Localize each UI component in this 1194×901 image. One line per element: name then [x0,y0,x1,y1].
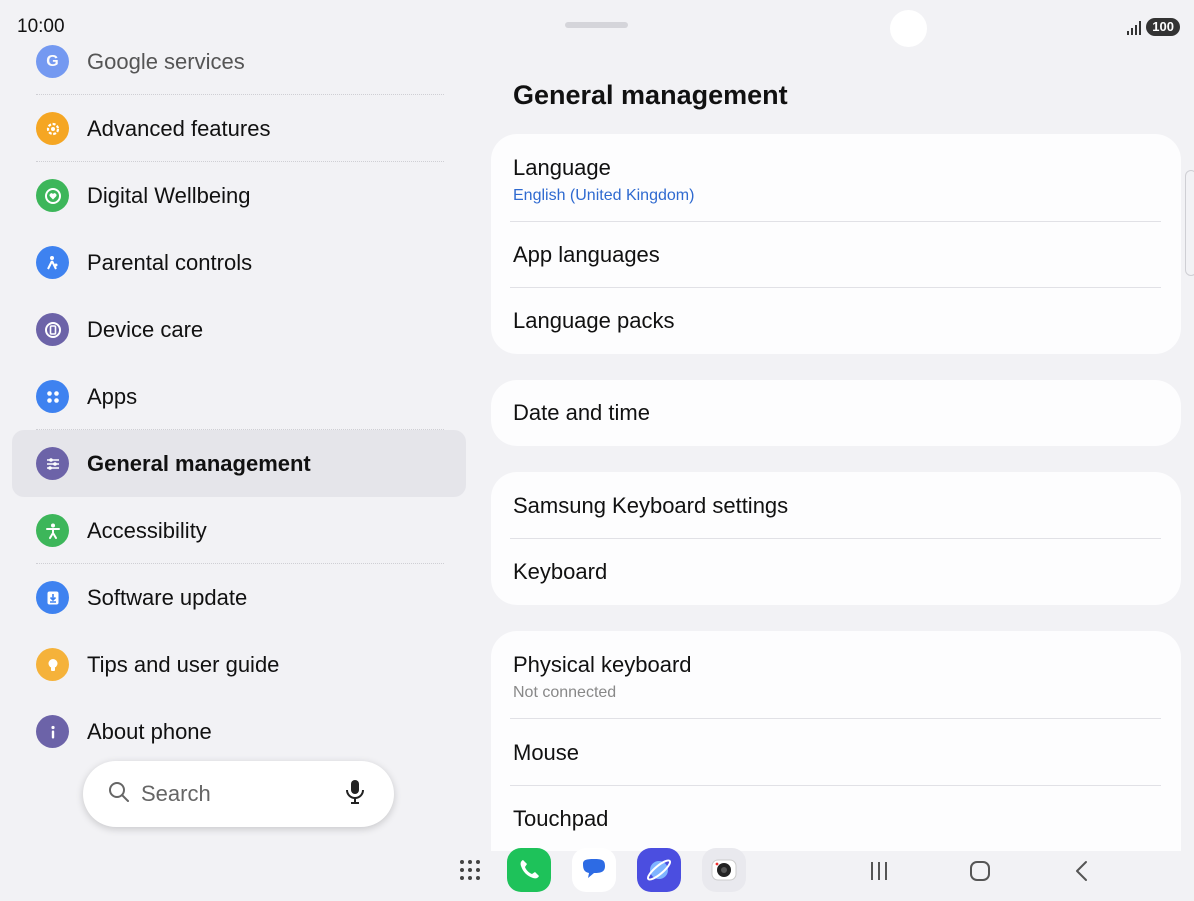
sidebar-item-label: Software update [87,584,248,610]
search-bar[interactable]: Search [83,761,394,827]
taskbar [455,848,746,892]
row-title: Touchpad [513,805,609,831]
date-time-group: Date and time [491,380,1181,446]
home-icon[interactable] [967,858,993,884]
phone-icon[interactable] [507,848,551,892]
battery-icon: 100 [1146,18,1180,36]
sidebar-item-label: Advanced features [87,115,271,141]
front-camera-cutout [890,10,927,47]
row-title: App languages [513,242,660,267]
lightbulb-icon [36,648,69,681]
sidebar-item-accessibility[interactable]: Accessibility [12,497,466,564]
google-icon: G [36,45,69,78]
recents-icon[interactable] [866,858,892,884]
sidebar-item-general-management[interactable]: General management [12,430,466,497]
sidebar-item-advanced-features[interactable]: Advanced features [12,95,466,162]
sidebar-item-label: About phone [87,718,212,744]
messages-icon[interactable] [572,848,616,892]
sidebar-item-device-care[interactable]: Device care [12,296,466,363]
app-drawer-icon[interactable] [455,855,485,885]
sidebar-item-about-phone[interactable]: About phone [12,698,466,765]
info-icon [36,715,69,748]
row-touchpad[interactable]: Touchpad [491,786,1181,851]
row-title: Mouse [513,739,580,765]
row-title: Samsung Keyboard settings [513,492,789,518]
camera-icon[interactable] [702,848,746,892]
signal-icon [1127,20,1142,35]
row-subtitle: English (United Kingdom) [513,187,695,204]
sidebar-item-apps[interactable]: Apps [12,363,466,430]
sidebar-item-parental-controls[interactable]: Parental controls [12,229,466,296]
download-icon [36,581,69,614]
sliders-icon [36,447,69,480]
language-group: Language English (United Kingdom) App la… [491,134,1181,354]
sidebar-item-label: Digital Wellbeing [87,182,251,208]
row-keyboard[interactable]: Keyboard [491,539,1181,605]
sidebar-item-label: Tips and user guide [87,651,280,677]
row-title: Language packs [513,308,675,333]
apps-grid-icon [36,380,69,413]
heart-circle-icon [36,179,69,212]
microphone-icon[interactable] [344,779,366,810]
drag-handle[interactable] [565,22,628,28]
row-mouse[interactable]: Mouse [491,719,1181,786]
row-subtitle: Not connected [513,684,617,701]
row-samsung-keyboard-settings[interactable]: Samsung Keyboard settings [491,472,1181,539]
row-language-packs[interactable]: Language packs [491,288,1181,354]
row-title: Physical keyboard [513,652,692,677]
row-title: Date and time [513,400,650,425]
parent-child-icon [36,246,69,279]
sidebar-item-digital-wellbeing[interactable]: Digital Wellbeing [12,162,466,229]
search-placeholder[interactable]: Search [141,781,344,807]
settings-sidebar: G Google services Advanced features Digi… [12,28,466,765]
search-icon [107,780,131,809]
row-date-and-time[interactable]: Date and time [491,380,1181,446]
status-indicators: 100 [1127,18,1180,36]
row-app-languages[interactable]: App languages [491,222,1181,288]
device-care-icon [36,313,69,346]
back-icon[interactable] [1069,858,1095,884]
internet-icon[interactable] [637,848,681,892]
sidebar-item-label: General management [87,450,311,476]
sidebar-item-label: Google services [87,48,245,74]
row-physical-keyboard[interactable]: Physical keyboard Not connected [491,631,1181,719]
sidebar-item-software-update[interactable]: Software update [12,564,466,631]
sidebar-item-label: Accessibility [87,517,207,543]
page-title: General management [513,80,788,110]
sidebar-item-label: Device care [87,316,204,342]
person-icon [36,514,69,547]
row-title: Keyboard [513,559,608,584]
input-devices-group: Physical keyboard Not connected Mouse To… [491,631,1181,851]
scrollbar-thumb[interactable] [1185,170,1194,276]
row-title: Language [513,155,611,180]
sidebar-item-label: Apps [87,383,138,409]
keyboard-group: Samsung Keyboard settings Keyboard [491,472,1181,605]
row-language[interactable]: Language English (United Kingdom) [491,134,1181,222]
star-gear-icon [36,112,69,145]
sidebar-item-google-services[interactable]: G Google services [12,28,466,95]
sidebar-item-label: Parental controls [87,249,253,275]
sidebar-item-tips-and-user-guide[interactable]: Tips and user guide [12,631,466,698]
